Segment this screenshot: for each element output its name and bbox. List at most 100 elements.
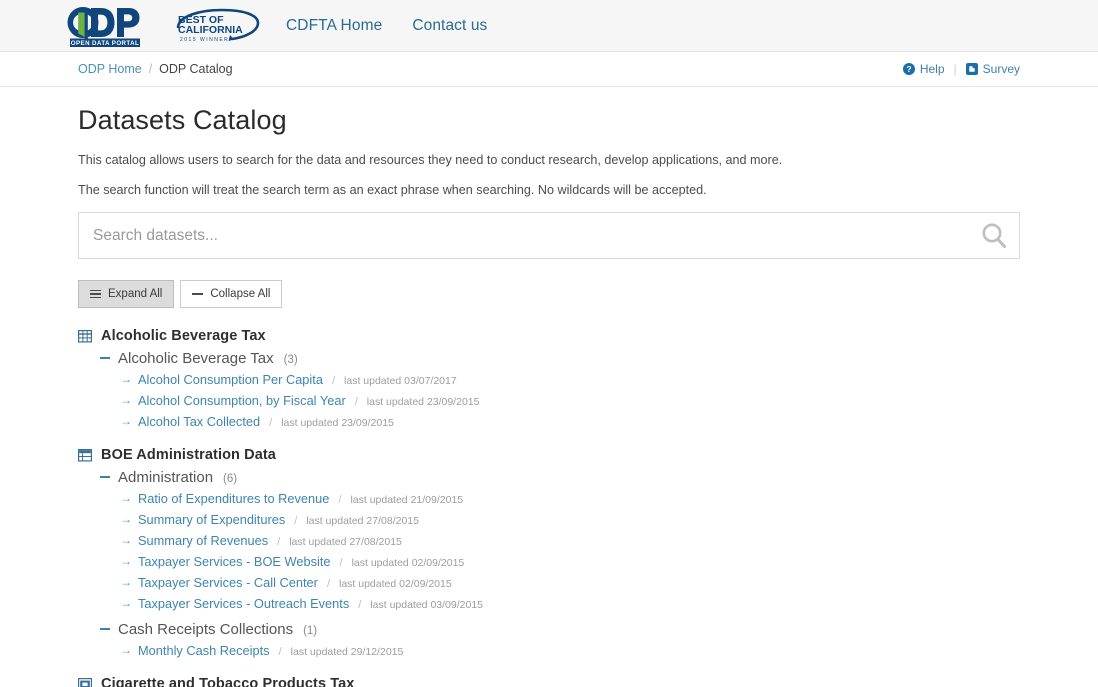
- dataset-link[interactable]: Monthly Cash Receipts: [138, 642, 270, 659]
- collapse-toggle-icon[interactable]: [100, 356, 110, 359]
- dataset-list: → Alcohol Consumption Per Capita / last …: [120, 370, 1020, 433]
- breadcrumb-home-link[interactable]: ODP Home: [78, 62, 142, 76]
- page-title: Datasets Catalog: [78, 105, 287, 135]
- dataset-updated: last updated 21/09/2015: [350, 494, 464, 506]
- category-alcoholic-beverage-tax-header[interactable]: Alcoholic Beverage Tax: [78, 328, 1020, 344]
- dataset-separator: /: [358, 599, 362, 611]
- subcategory-cash-receipts-collections: Cash Receipts Collections (1) → Monthly …: [100, 621, 1020, 662]
- category-icon-slot: [78, 677, 92, 687]
- arrow-right-icon: →: [120, 393, 132, 407]
- breadcrumb: ODP Home / ODP Catalog ? Help | Survey: [0, 52, 1098, 87]
- intro-paragraph-1: This catalog allows users to search for …: [78, 153, 783, 167]
- dataset-row: → Taxpayer Services - Outreach Events / …: [120, 594, 1020, 615]
- list-lines-icon: [90, 288, 101, 301]
- dataset-link[interactable]: Alcohol Consumption Per Capita: [138, 371, 323, 388]
- arrow-right-icon: →: [120, 414, 132, 428]
- category-cigarette-and-tobacco-products-tax-header[interactable]: Cigarette and Tobacco Products Tax: [78, 676, 1020, 687]
- category-cigarette-and-tobacco-products-tax: Cigarette and Tobacco Products Tax Cigar…: [78, 676, 1020, 687]
- search-input[interactable]: [79, 213, 1019, 258]
- table-header-icon: [78, 448, 92, 462]
- subcategory-alcoholic-beverage-tax-header[interactable]: Alcoholic Beverage Tax (3): [100, 350, 1020, 367]
- main-nav: CDFTA Home Contact us: [286, 17, 487, 35]
- table-grid-icon: [78, 329, 92, 343]
- subcategory-alcoholic-beverage-tax: Alcoholic Beverage Tax (3) → Alcohol Con…: [100, 350, 1020, 433]
- dataset-updated: last updated 27/08/2015: [306, 515, 419, 527]
- dataset-link[interactable]: Alcohol Tax Collected: [138, 413, 260, 430]
- help-label: Help: [919, 62, 945, 76]
- dataset-row: → Summary of Expenditures / last updated…: [120, 510, 1020, 531]
- utility-divider: |: [953, 62, 957, 76]
- subcategory-label: Cash Receipts Collections: [118, 621, 294, 638]
- subcategory-count: (6): [223, 473, 238, 485]
- brand-logo-group[interactable]: OPEN DATA PORTAL BEST OF CALIFORNIA 2015…: [66, 5, 262, 47]
- arrow-right-icon: →: [120, 491, 132, 505]
- dataset-separator: /: [294, 515, 298, 527]
- best-of-california-badge[interactable]: BEST OF CALIFORNIA 2015 WINNER: [174, 7, 262, 45]
- category-label: Cigarette and Tobacco Products Tax: [101, 676, 355, 687]
- dataset-separator: /: [277, 536, 281, 548]
- arrow-right-icon: →: [120, 596, 132, 610]
- search-button[interactable]: [979, 221, 1009, 251]
- catalog-tree: Alcoholic Beverage Tax Alcoholic Beverag…: [78, 328, 1020, 687]
- dataset-row: → Alcohol Consumption Per Capita / last …: [120, 370, 1020, 391]
- arrow-right-icon: →: [120, 533, 132, 547]
- dataset-link[interactable]: Ratio of Expenditures to Revenue: [138, 490, 329, 507]
- category-icon-slot: [78, 329, 92, 343]
- collapse-all-label: Collapse All: [210, 288, 271, 300]
- svg-text:2015 WINNER: 2015 WINNER: [180, 37, 229, 43]
- nav-cdfta-home[interactable]: CDFTA Home: [286, 17, 382, 35]
- subcategory-administration: Administration (6) → Ratio of Expenditur…: [100, 469, 1020, 615]
- intro-paragraph-2: The search function will treat the searc…: [78, 183, 707, 197]
- dataset-updated: last updated 03/07/2017: [344, 375, 457, 387]
- arrow-right-icon: →: [120, 512, 132, 526]
- arrow-right-icon: →: [120, 554, 132, 568]
- subcategory-container: Alcoholic Beverage Tax (3) → Alcohol Con…: [78, 350, 1020, 433]
- dataset-separator: /: [269, 417, 273, 429]
- subcategory-cash-receipts-collections-header[interactable]: Cash Receipts Collections (1): [100, 621, 1020, 638]
- survey-link[interactable]: Survey: [965, 62, 1020, 76]
- main-content: Datasets Catalog This catalog allows use…: [0, 87, 1098, 687]
- category-boe-administration-data-header[interactable]: BOE Administration Data: [78, 447, 1020, 463]
- nav-contact-us[interactable]: Contact us: [412, 17, 487, 35]
- question-circle-icon: ?: [902, 63, 915, 75]
- dataset-link[interactable]: Summary of Revenues: [138, 532, 268, 549]
- subcategory-administration-header[interactable]: Administration (6): [100, 469, 1020, 486]
- dataset-link[interactable]: Taxpayer Services - Call Center: [138, 574, 318, 591]
- collapse-all-button[interactable]: Collapse All: [180, 280, 283, 308]
- minus-icon: [192, 293, 204, 295]
- search-icon: [982, 223, 1006, 248]
- dataset-updated: last updated 02/09/2015: [339, 578, 452, 590]
- collapse-toggle-icon[interactable]: [100, 627, 110, 630]
- category-boe-administration-data: BOE Administration Data Administration (…: [78, 447, 1020, 662]
- category-icon-slot: [78, 448, 92, 462]
- dataset-row: → Summary of Revenues / last updated 27/…: [120, 531, 1020, 552]
- subcategory-label: Administration: [118, 469, 214, 486]
- dataset-updated: last updated 23/09/2015: [366, 396, 480, 408]
- expand-all-label: Expand All: [108, 288, 163, 300]
- svg-text:CALIFORNIA: CALIFORNIA: [178, 24, 243, 36]
- help-link[interactable]: ? Help: [902, 62, 945, 76]
- table-small-icon: [78, 677, 92, 687]
- dataset-row: → Monthly Cash Receipts / last updated 2…: [120, 641, 1020, 662]
- category-label: Alcoholic Beverage Tax: [101, 328, 266, 344]
- tree-controls: Expand All Collapse All: [78, 280, 1020, 308]
- breadcrumb-current: ODP Catalog: [159, 62, 233, 76]
- svg-text:?: ?: [906, 64, 911, 74]
- dataset-list: → Monthly Cash Receipts / last updated 2…: [120, 641, 1020, 662]
- dataset-separator: /: [331, 375, 336, 387]
- category-alcoholic-beverage-tax: Alcoholic Beverage Tax Alcoholic Beverag…: [78, 328, 1020, 433]
- subcategory-container: Administration (6) → Ratio of Expenditur…: [78, 469, 1020, 662]
- expand-all-button[interactable]: Expand All: [78, 280, 175, 308]
- utility-links: ? Help | Survey: [902, 62, 1020, 76]
- dataset-link[interactable]: Alcohol Consumption, by Fiscal Year: [138, 392, 346, 409]
- dataset-separator: /: [339, 557, 343, 569]
- dataset-link[interactable]: Taxpayer Services - Outreach Events: [138, 595, 349, 612]
- breadcrumb-separator: /: [148, 62, 153, 76]
- svg-text:OPEN DATA PORTAL: OPEN DATA PORTAL: [71, 40, 139, 47]
- arrow-right-icon: →: [120, 372, 132, 386]
- survey-square-icon: [965, 63, 978, 75]
- dataset-link[interactable]: Summary of Expenditures: [138, 511, 285, 528]
- dataset-link[interactable]: Taxpayer Services - BOE Website: [138, 553, 331, 570]
- odp-logo[interactable]: OPEN DATA PORTAL: [66, 5, 164, 47]
- collapse-toggle-icon[interactable]: [100, 475, 110, 478]
